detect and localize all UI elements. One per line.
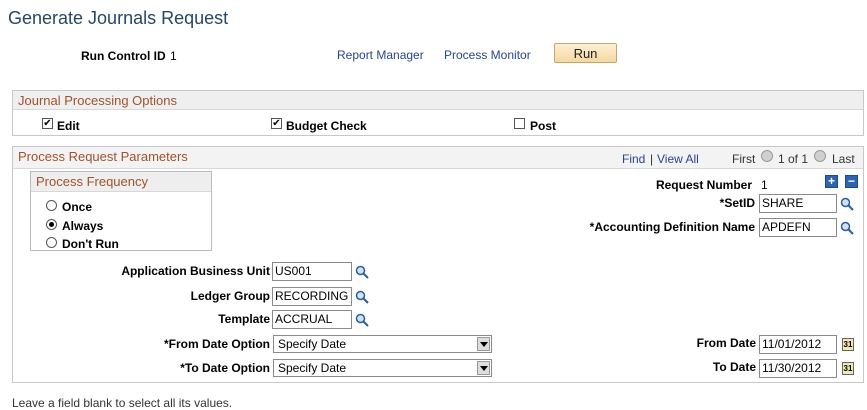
- find-link[interactable]: Find: [622, 152, 645, 166]
- lookup-icon[interactable]: [355, 313, 369, 327]
- journal-processing-options-header: Journal Processing Options: [13, 91, 863, 110]
- to-date-label: To Date: [712, 360, 756, 374]
- ledger-group-input[interactable]: RECORDING: [272, 287, 352, 306]
- to-date-input[interactable]: 11/30/2012: [759, 359, 837, 378]
- from-date-option-select[interactable]: Specify Date: [273, 335, 492, 353]
- from-date-option-value: Specify Date: [278, 337, 347, 351]
- run-control-value: 1: [170, 49, 177, 63]
- page-title: Generate Journals Request: [8, 8, 229, 28]
- request-number-label: Request Number: [655, 178, 752, 192]
- budget-check-label: Budget Check: [286, 119, 367, 133]
- from-date-input[interactable]: 11/01/2012: [759, 335, 837, 354]
- accounting-definition-label: *Accounting Definition Name: [589, 220, 755, 234]
- post-checkbox[interactable]: [514, 118, 525, 129]
- setid-input[interactable]: SHARE: [759, 194, 837, 213]
- template-label: Template: [218, 312, 270, 326]
- run-button[interactable]: Run: [554, 43, 617, 63]
- process-monitor-link[interactable]: Process Monitor: [444, 48, 531, 62]
- edit-label: Edit: [57, 119, 80, 133]
- application-business-unit-input[interactable]: US001: [272, 262, 352, 281]
- once-radio[interactable]: [46, 200, 57, 211]
- once-label: Once: [62, 200, 93, 214]
- lookup-icon[interactable]: [840, 197, 854, 211]
- run-control-label: Run Control ID: [81, 49, 166, 63]
- delete-row-icon[interactable]: −: [845, 175, 858, 188]
- setid-label: *SetID: [719, 196, 755, 210]
- lookup-icon[interactable]: [355, 290, 369, 304]
- nav-previous-icon[interactable]: [761, 150, 773, 162]
- dont-run-radio[interactable]: [46, 237, 57, 248]
- from-date-option-label: *From Date Option: [163, 337, 270, 351]
- template-input[interactable]: ACCRUAL: [272, 310, 352, 329]
- request-number-value: 1: [761, 178, 768, 192]
- lookup-icon[interactable]: [355, 265, 369, 279]
- checkmark-icon: ✔: [272, 118, 281, 129]
- process-frequency-box: Process Frequency: [30, 171, 212, 251]
- process-frequency-header: Process Frequency: [31, 172, 211, 192]
- post-label: Post: [530, 119, 557, 133]
- ledger-group-label: Ledger Group: [190, 289, 270, 303]
- add-row-icon[interactable]: +: [825, 175, 838, 188]
- to-date-option-label: *To Date Option: [180, 361, 270, 375]
- dropdown-arrow-icon: [477, 337, 490, 351]
- report-manager-link[interactable]: Report Manager: [337, 48, 424, 62]
- dropdown-arrow-icon: [477, 361, 490, 375]
- checkmark-icon: ✔: [43, 118, 52, 129]
- nav-separator: |: [650, 152, 654, 166]
- always-label: Always: [62, 219, 104, 233]
- application-business-unit-label: Application Business Unit: [121, 264, 270, 278]
- lookup-icon[interactable]: [840, 221, 854, 235]
- nav-next-icon[interactable]: [814, 150, 826, 162]
- row-range: 1 of 1: [778, 152, 809, 166]
- last-label: Last: [832, 152, 855, 166]
- budget-check-checkbox[interactable]: ✔: [271, 118, 282, 129]
- calendar-icon[interactable]: 31: [842, 362, 854, 375]
- first-label: First: [732, 152, 756, 166]
- footer-hint: Leave a field blank to select all its va…: [12, 396, 233, 410]
- calendar-icon[interactable]: 31: [842, 338, 854, 351]
- accounting-definition-input[interactable]: APDEFN: [759, 218, 837, 237]
- dont-run-label: Don't Run: [62, 237, 119, 251]
- to-date-option-select[interactable]: Specify Date: [273, 359, 492, 377]
- to-date-option-value: Specify Date: [278, 361, 347, 375]
- view-all-link[interactable]: View All: [657, 152, 699, 166]
- always-radio[interactable]: [46, 219, 57, 230]
- journal-processing-options-box: Journal Processing Options: [12, 90, 864, 136]
- from-date-label: From Date: [696, 336, 756, 350]
- edit-checkbox[interactable]: ✔: [42, 118, 53, 129]
